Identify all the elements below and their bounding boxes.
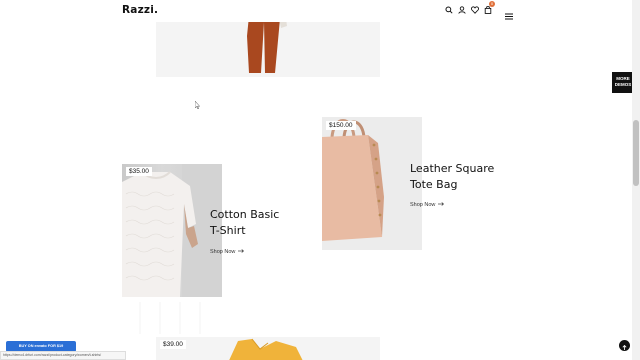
shop-now-label: Shop Now (210, 249, 236, 255)
product-title-line: Leather Square (410, 162, 495, 175)
more-demos-button[interactable]: MORE DEMOS (612, 72, 634, 93)
decorative-lines (139, 302, 201, 334)
product-image-tshirt[interactable] (122, 164, 222, 297)
product-title-line: T-Shirt (210, 224, 246, 237)
yellow-top-illustration (229, 338, 303, 360)
mouse-cursor-icon (195, 101, 200, 109)
cart-icon[interactable]: 0 (483, 1, 495, 15)
product-image-tote-bag[interactable] (322, 117, 422, 250)
cart-count-badge: 0 (489, 1, 495, 7)
product-price: $39.00 (160, 340, 186, 349)
shop-now-link-tote-bag[interactable]: Shop Now (410, 202, 445, 208)
wishlist-heart-icon[interactable] (470, 5, 479, 15)
tshirt-illustration (122, 164, 222, 297)
header-icons: 0 (444, 1, 495, 15)
product-title-tshirt[interactable]: Cotton Basic T-Shirt (210, 207, 300, 239)
scrollbar-thumb[interactable] (633, 120, 639, 186)
more-demos-label: DEMOS (614, 82, 632, 87)
shop-now-label: Shop Now (410, 202, 436, 208)
product-title-line: Cotton Basic (210, 208, 280, 221)
arrow-right-icon (238, 249, 245, 255)
arrow-up-icon (622, 337, 627, 355)
tote-bag-illustration (322, 119, 384, 241)
product-price: $35.00 (126, 167, 152, 176)
site-logo[interactable]: Razzi. (122, 4, 158, 16)
arrow-right-icon (438, 202, 445, 208)
status-bar-url: https://demo4.drfuri.com/razzi/product-c… (0, 351, 126, 360)
site-header: Razzi. 0 (0, 0, 632, 22)
search-icon[interactable] (444, 5, 453, 15)
page-scrollbar[interactable] (632, 0, 640, 360)
product-price: $150.00 (326, 121, 356, 130)
hamburger-menu-icon[interactable] (505, 7, 513, 20)
product-image-yellow-top[interactable] (156, 337, 380, 360)
product-title-line: Tote Bag (410, 178, 458, 191)
account-icon[interactable] (457, 5, 466, 15)
product-title-tote-bag[interactable]: Leather Square Tote Bag (410, 161, 520, 193)
back-to-top-button[interactable] (619, 340, 630, 351)
shop-now-link-tshirt[interactable]: Shop Now (210, 249, 245, 255)
